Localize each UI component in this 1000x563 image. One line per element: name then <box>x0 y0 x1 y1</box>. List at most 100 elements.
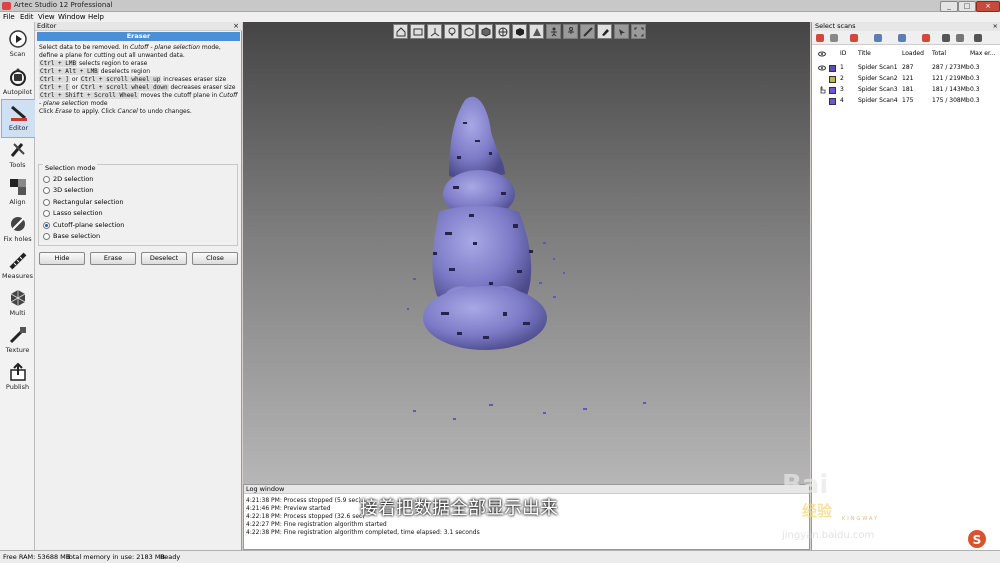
dropdown-icon[interactable] <box>830 34 838 42</box>
radio-icon[interactable] <box>43 175 50 183</box>
menu-file[interactable]: File <box>3 12 15 22</box>
log-window-header: Log window <box>244 485 809 494</box>
eye-icon[interactable] <box>818 65 826 71</box>
eye-header-icon <box>818 51 826 57</box>
table-row[interactable]: 2 Spider Scan2 121 121 / 219Mb 0.3 <box>814 73 999 84</box>
col-loaded[interactable]: Loaded <box>902 50 924 57</box>
scans-toolbar <box>812 31 1000 45</box>
person-outline-icon[interactable] <box>563 24 578 39</box>
tool-texture[interactable]: Texture <box>1 322 34 358</box>
person-icon[interactable] <box>546 24 561 39</box>
tool-fix-holes[interactable]: Fix holes <box>1 211 34 247</box>
tool-measures[interactable]: Measures <box>1 248 34 284</box>
mode-3d-selection[interactable]: 3D selection <box>43 186 93 194</box>
sphere-icon[interactable] <box>495 24 510 39</box>
tool-tools[interactable]: Tools <box>1 137 34 173</box>
panel-title: Editor <box>37 22 57 30</box>
col-max-error[interactable]: Max er... <box>970 50 996 57</box>
tool-editor[interactable]: Editor <box>1 99 36 138</box>
view-icon[interactable] <box>410 24 425 39</box>
help-text: Select data to be removed. In Cutoff - p… <box>39 44 238 115</box>
hide-button[interactable]: Hide <box>39 252 85 265</box>
mode-base-selection[interactable]: Base selection <box>43 232 100 240</box>
wireframe-icon[interactable] <box>461 24 476 39</box>
deselect-button[interactable]: Deselect <box>141 252 187 265</box>
redo-icon[interactable] <box>898 34 906 42</box>
undo-icon[interactable] <box>874 34 882 42</box>
left-toolbar: Scan Autopilot Editor Tools Align Fix ho… <box>0 22 36 550</box>
eraser-icon[interactable] <box>597 24 612 39</box>
minimize-button[interactable]: _ <box>940 1 958 12</box>
mode-lasso-selection[interactable]: Lasso selection <box>43 209 103 217</box>
menu-view[interactable]: View <box>38 12 55 22</box>
folder-icon[interactable] <box>922 34 930 42</box>
table-row[interactable]: 3 Spider Scan3 181 181 / 143Mb 0.3 <box>814 84 999 95</box>
window-title: Artec Studio 12 Professional <box>14 1 113 9</box>
scans-panel-header: Select scans × <box>812 22 1000 31</box>
solid-icon[interactable] <box>478 24 493 39</box>
editor-panel: Editor × Eraser Select data to be remove… <box>35 22 242 550</box>
close-icon[interactable]: × <box>233 22 239 31</box>
tool-multi[interactable]: Multi <box>1 285 34 321</box>
ruler-icon[interactable] <box>580 24 595 39</box>
home-icon[interactable] <box>393 24 408 39</box>
copy-icon[interactable] <box>942 34 950 42</box>
close-button[interactable]: Close <box>192 252 238 265</box>
select-icon[interactable] <box>614 24 629 39</box>
list-icon[interactable] <box>956 34 964 42</box>
mode-cutoff-plane-selection[interactable]: Cutoff-plane selection <box>43 221 124 229</box>
title-bar: Artec Studio 12 Professional _ □ × <box>0 0 1000 12</box>
radio-icon[interactable] <box>43 198 50 206</box>
color-swatch <box>829 65 836 72</box>
editor-panel-header: Editor × <box>35 22 242 31</box>
radio-selected-icon[interactable] <box>43 221 50 229</box>
watermark-url: jingyan.baidu.com <box>782 530 875 541</box>
add-scan-icon[interactable] <box>816 34 824 42</box>
scan-model-3d[interactable] <box>393 82 723 442</box>
video-subtitle: 接着把数据全部显示出来 <box>360 498 558 519</box>
menu-edit[interactable]: Edit <box>20 12 34 22</box>
texture-toggle-icon[interactable] <box>529 24 544 39</box>
erase-button[interactable]: Erase <box>90 252 136 265</box>
col-title[interactable]: Title <box>858 50 871 57</box>
light-icon[interactable] <box>444 24 459 39</box>
tool-autopilot[interactable]: Autopilot <box>1 64 34 100</box>
gear-icon[interactable] <box>974 34 982 42</box>
col-total[interactable]: Total <box>932 50 946 57</box>
radio-icon[interactable] <box>43 209 50 217</box>
app-icon <box>2 2 11 10</box>
maximize-button[interactable]: □ <box>958 1 976 12</box>
selection-mode-group: Selection mode 2D selection 3D selection… <box>38 164 238 246</box>
tool-label: Measures <box>1 272 33 280</box>
corner-logo-icon: S <box>966 528 988 550</box>
col-id[interactable]: ID <box>840 50 846 57</box>
delete-icon[interactable] <box>850 34 858 42</box>
log-line: 4:22:27 PM: Fine registration algorithm … <box>246 521 387 528</box>
cube-icon[interactable] <box>512 24 527 39</box>
color-swatch <box>829 98 836 105</box>
ready-status: Ready <box>160 553 181 561</box>
tool-label: Editor <box>8 124 29 132</box>
3d-viewport[interactable] <box>243 22 810 484</box>
tool-scan[interactable]: Scan <box>1 26 34 62</box>
tool-label: Autopilot <box>2 88 33 96</box>
table-row[interactable]: 4 Spider Scan4 175 175 / 308Mb 0.3 <box>814 95 999 106</box>
table-row[interactable]: 1 Spider Scan1 287 287 / 273Mb 0.3 <box>814 62 999 73</box>
menu-help[interactable]: Help <box>88 12 104 22</box>
publish-icon <box>9 362 26 381</box>
tool-publish[interactable]: Publish <box>1 359 34 395</box>
tool-label: Fix holes <box>3 235 32 243</box>
radio-icon[interactable] <box>43 232 50 240</box>
watermark-bai: Bai <box>782 470 829 500</box>
tool-align[interactable]: Align <box>1 174 34 210</box>
mode-2d-selection[interactable]: 2D selection <box>43 175 93 183</box>
radio-icon[interactable] <box>43 186 50 194</box>
close-icon[interactable]: × <box>993 22 998 31</box>
status-bar: Free RAM: 53688 MB Total memory in use: … <box>0 550 1000 563</box>
menu-window[interactable]: Window <box>58 12 86 22</box>
close-window-button[interactable]: × <box>976 1 1000 12</box>
zoom-fit-icon[interactable] <box>631 24 646 39</box>
mode-rectangular-selection[interactable]: Rectangular selection <box>43 198 123 206</box>
axes-icon[interactable] <box>427 24 442 39</box>
free-ram-status: Free RAM: 53688 MB <box>3 553 71 561</box>
